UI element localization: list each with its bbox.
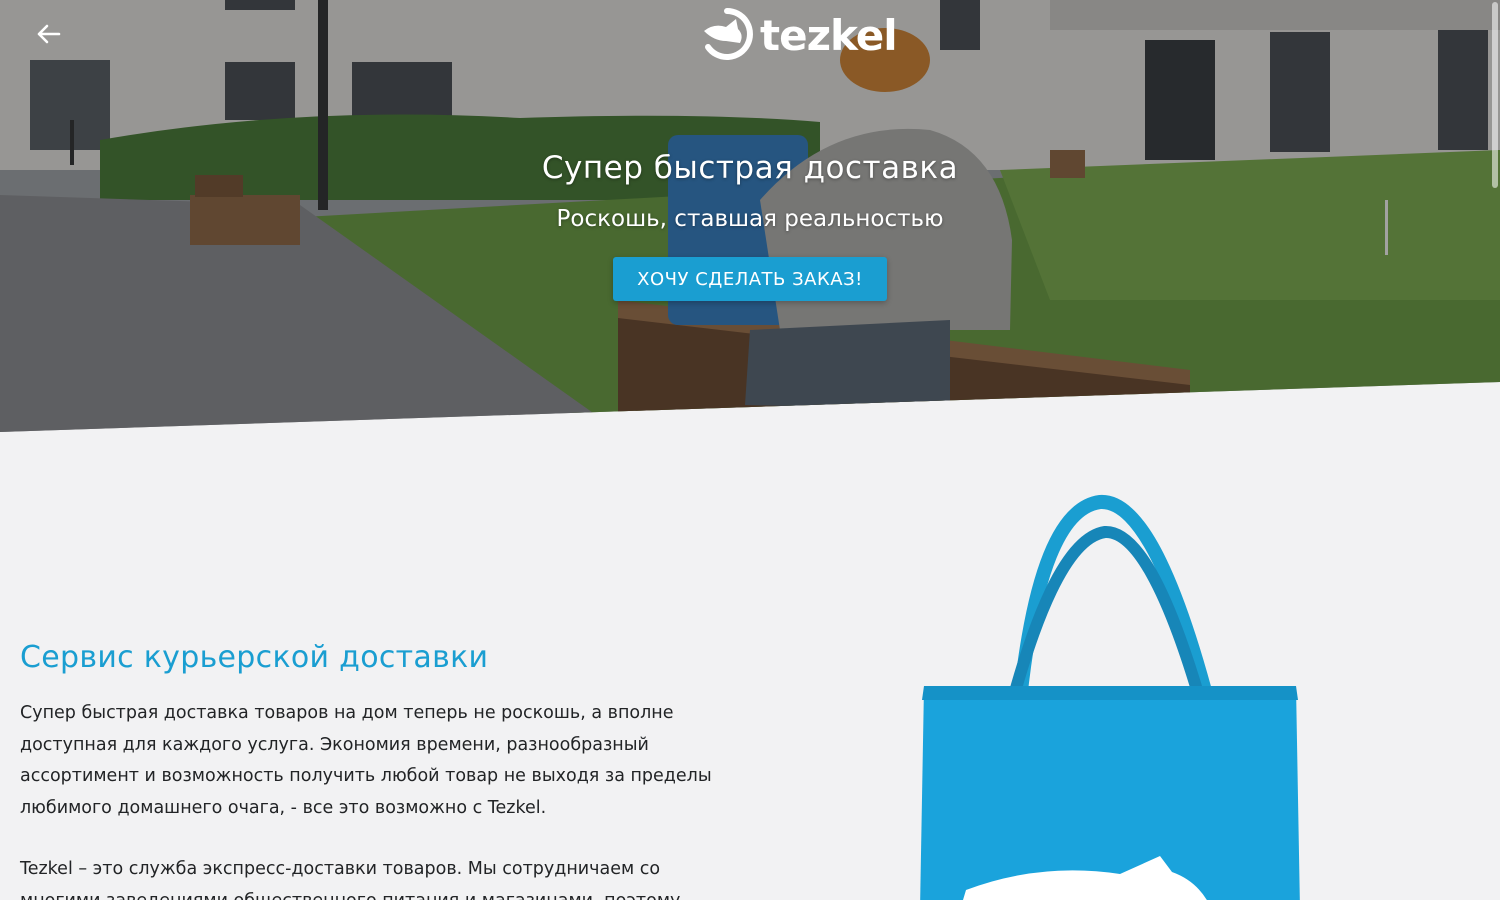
section-title: Сервис курьерской доставки xyxy=(20,640,489,675)
about-paragraph-2: Tezkel – это служба экспресс-доставки то… xyxy=(20,859,680,900)
back-button[interactable] xyxy=(30,20,66,52)
fox-logo-icon xyxy=(700,7,754,65)
arrow-left-icon xyxy=(35,23,61,49)
about-paragraph-1: Супер быстрая доставка товаров на дом те… xyxy=(20,703,712,818)
hero-banner: tezkel Супер быстрая доставка Роскошь, с… xyxy=(0,0,1500,432)
logo-text: tezkel xyxy=(760,11,898,60)
page: tezkel Супер быстрая доставка Роскошь, с… xyxy=(0,0,1500,900)
hero-title: Супер быстрая доставка xyxy=(541,150,959,186)
scrollbar-thumb[interactable] xyxy=(1492,2,1498,188)
hero-subtitle: Роскошь, ставшая реальностью xyxy=(556,206,944,232)
tezkel-logo[interactable]: tezkel xyxy=(700,7,898,65)
shopping-bag-image xyxy=(920,495,1300,900)
order-button[interactable]: ХОЧУ СДЕЛАТЬ ЗАКАЗ! xyxy=(613,257,887,301)
